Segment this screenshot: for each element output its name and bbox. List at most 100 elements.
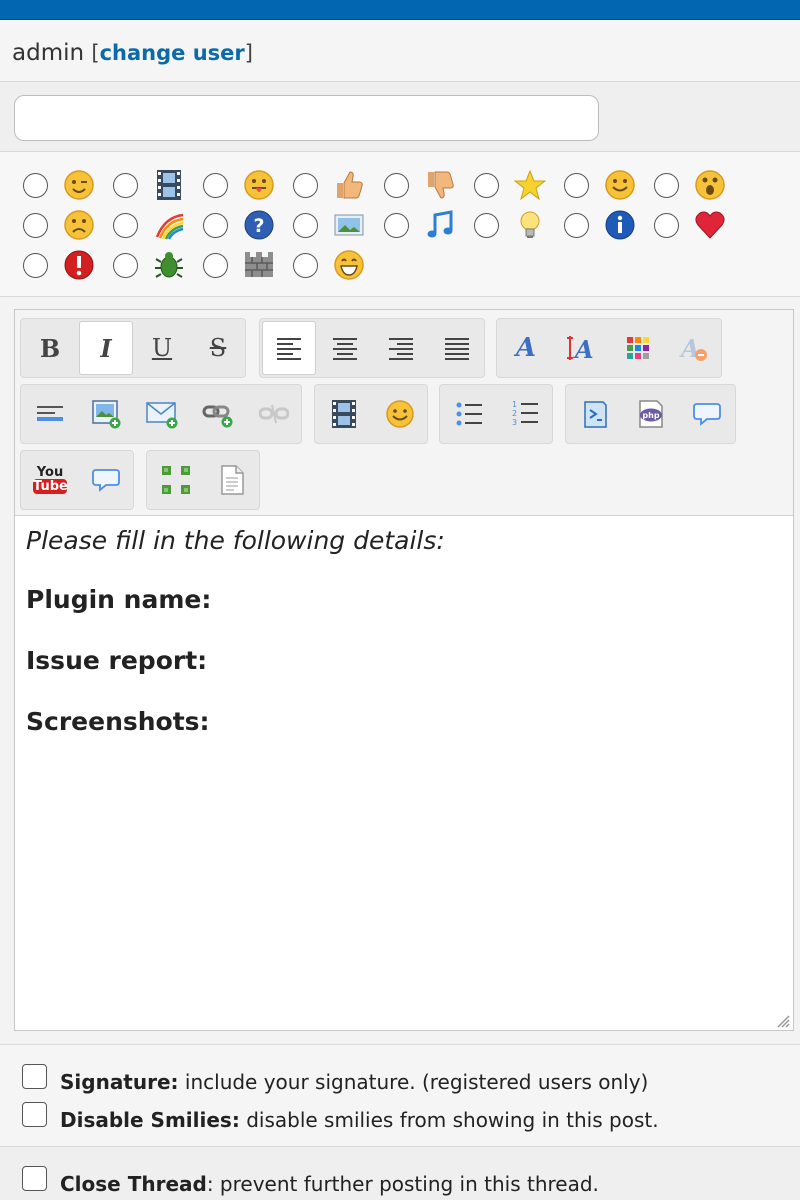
post-icon-option[interactable] (474, 207, 554, 243)
post-icon-radio[interactable] (23, 213, 48, 238)
change-user-link[interactable]: change user (100, 41, 245, 65)
post-icon-radio[interactable] (203, 253, 228, 278)
thumbs-up-icon (331, 167, 367, 203)
youtube-button[interactable]: You Tube (23, 453, 77, 507)
close-thread-checkbox[interactable] (22, 1166, 47, 1191)
underline-glyph: U (151, 334, 173, 362)
post-icon-option[interactable] (203, 247, 283, 283)
post-icon-option[interactable] (113, 167, 193, 203)
signature-checkbox[interactable] (22, 1064, 47, 1089)
align-left-button[interactable] (262, 321, 316, 375)
field-plugin-name: Plugin name: (26, 585, 212, 614)
post-icon-radio[interactable] (654, 173, 679, 198)
post-icon-option[interactable]: ? (203, 207, 283, 243)
speech-bubble-icon (92, 469, 120, 492)
post-icon-radio[interactable] (654, 213, 679, 238)
post-icon-radio[interactable] (384, 173, 409, 198)
post-icon-radio[interactable] (113, 173, 138, 198)
post-icon-radio[interactable] (564, 213, 589, 238)
post-icon-radio[interactable] (564, 173, 589, 198)
post-icon-option[interactable] (293, 167, 373, 203)
post-icon-radio[interactable] (293, 173, 318, 198)
disable-smilies-checkbox[interactable] (22, 1102, 47, 1127)
align-right-button[interactable] (374, 321, 428, 375)
post-icon-option[interactable] (23, 247, 103, 283)
post-icon-option[interactable] (23, 167, 103, 203)
comment-button[interactable] (79, 453, 133, 507)
lightbulb-icon (512, 207, 548, 243)
post-icon-radio[interactable] (293, 253, 318, 278)
user-row: admin [change user] (0, 20, 800, 82)
post-icon-option[interactable] (474, 167, 554, 203)
post-icon-radio[interactable] (23, 173, 48, 198)
code-group: php (565, 384, 736, 444)
php-button[interactable]: php (624, 387, 678, 441)
remove-format-button[interactable]: A (667, 321, 721, 375)
grin-smiley-icon (331, 247, 367, 283)
post-icon-radio[interactable] (113, 253, 138, 278)
svg-text:1: 1 (512, 400, 517, 409)
justify-button[interactable] (430, 321, 484, 375)
numbered-list-button[interactable]: 123 (498, 387, 552, 441)
post-icon-option[interactable] (23, 207, 103, 243)
align-center-button[interactable] (318, 321, 372, 375)
image-icon (331, 207, 367, 243)
font-button[interactable]: A (499, 321, 553, 375)
underline-button[interactable]: U (135, 321, 189, 375)
italic-button[interactable]: I (79, 321, 133, 375)
post-icon-option[interactable] (564, 207, 644, 243)
horizontal-rule-button[interactable] (23, 387, 77, 441)
post-icon-radio[interactable] (474, 173, 499, 198)
post-icon-option[interactable] (654, 207, 734, 243)
editor-content[interactable]: Please fill in the following details: Pl… (15, 516, 793, 1030)
post-icon-radio[interactable] (384, 213, 409, 238)
editor-toolbar: B I U S A A A 1 2 3 php You Tube (15, 310, 793, 516)
font-size-button[interactable]: A (555, 321, 609, 375)
bold-button[interactable]: B (23, 321, 77, 375)
maximize-button[interactable] (149, 453, 203, 507)
svg-text:3: 3 (512, 418, 517, 427)
post-icon-option[interactable] (384, 207, 464, 243)
post-icon-radio[interactable] (23, 253, 48, 278)
insert-smiley-button[interactable] (373, 387, 427, 441)
insert-email-button[interactable] (135, 387, 189, 441)
maximize-icon (162, 466, 190, 494)
italic-glyph: I (100, 333, 112, 363)
post-icon-option[interactable] (384, 167, 464, 203)
insert-link-button[interactable] (191, 387, 245, 441)
bullet-list-button[interactable] (442, 387, 496, 441)
svg-text:2: 2 (512, 409, 517, 418)
post-icon-option[interactable] (654, 167, 734, 203)
post-icon-option[interactable] (113, 207, 193, 243)
post-icon-option[interactable] (113, 247, 193, 283)
bracket-open: [ (91, 41, 100, 65)
film-icon (151, 167, 187, 203)
unlink-button[interactable] (247, 387, 301, 441)
text-color-button[interactable] (611, 321, 665, 375)
align-right-icon (389, 338, 413, 360)
exclamation-icon (61, 247, 97, 283)
strike-glyph: S (209, 334, 227, 362)
quote-button[interactable] (680, 387, 734, 441)
post-icon-radio[interactable] (203, 173, 228, 198)
code-button[interactable] (568, 387, 622, 441)
subject-input[interactable] (14, 95, 599, 141)
post-icon-option[interactable] (564, 167, 644, 203)
post-icon-radio[interactable] (203, 213, 228, 238)
post-icon-radio[interactable] (113, 213, 138, 238)
post-icon-option[interactable] (203, 167, 283, 203)
tongue-smiley-icon (241, 167, 277, 203)
insert-image-button[interactable] (79, 387, 133, 441)
font-size-icon: A (567, 335, 594, 362)
source-mode-button[interactable] (205, 453, 259, 507)
post-icon-radio[interactable] (474, 213, 499, 238)
smile-smiley-icon (602, 167, 638, 203)
rainbow-icon (151, 207, 187, 243)
resize-handle[interactable] (776, 1013, 790, 1028)
strikethrough-button[interactable]: S (191, 321, 245, 375)
post-icon-option[interactable] (293, 247, 373, 283)
post-icon-option[interactable] (293, 207, 373, 243)
smiley-icon (386, 400, 414, 428)
post-icon-radio[interactable] (293, 213, 318, 238)
insert-video-button[interactable] (317, 387, 371, 441)
